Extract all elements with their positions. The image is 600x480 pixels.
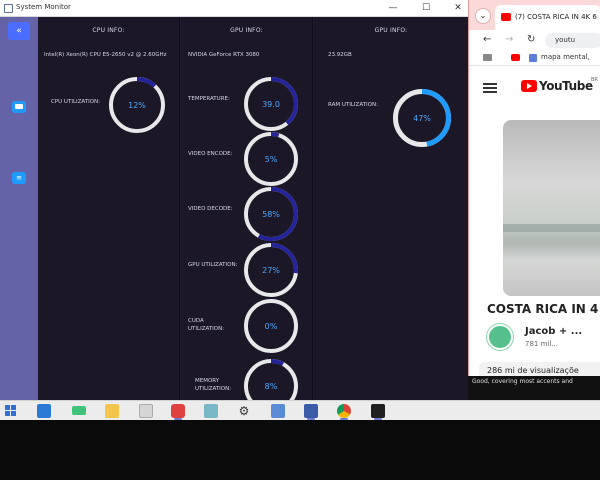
cpu-utilization-gauge: 12% (109, 77, 165, 133)
settings-gear-icon[interactable]: ⚙ (237, 404, 251, 418)
wifi-icon[interactable]: ≋ (12, 172, 26, 184)
youtube-header: YouTube BR (469, 66, 600, 102)
maximize-button[interactable]: ☐ (419, 2, 433, 15)
bookmark-link[interactable]: mapa mental, (541, 53, 590, 61)
sidebar: « ≋ (0, 17, 38, 400)
subscriber-count: 781 mil... (525, 340, 558, 348)
back-button[interactable]: ← (483, 34, 491, 45)
terminal-icon[interactable] (371, 404, 385, 418)
vscode-icon[interactable] (37, 404, 51, 418)
windows-start-icon[interactable] (5, 405, 17, 417)
channel-name[interactable]: Jacob + ... (525, 326, 582, 337)
cuda-utilization-label: CUDA UTILIZATION: (188, 318, 225, 332)
bookmark-icon (529, 54, 537, 62)
cpu-header: CPU INFO: (92, 27, 125, 34)
video-decode-gauge: 58% (244, 187, 298, 241)
caption-text: Good, covering most accents and (472, 378, 573, 385)
youtube-wordmark[interactable]: YouTube (539, 79, 593, 93)
system-monitor-window: System Monitor — ☐ ✕ « ≋ CPU INFO: Intel… (0, 0, 468, 413)
caption-overlay: Good, covering most accents and (468, 376, 600, 400)
tab-search-button[interactable]: ⌄ (475, 8, 491, 24)
youtube-page: YouTube BR COSTA RICA IN 4 Jacob + ... 7… (469, 66, 600, 380)
tab-title: (7) COSTA RICA IN 4K 6 (515, 13, 597, 21)
reload-button[interactable]: ↻ (527, 34, 535, 45)
gpu-utilization-gauge: 27% (244, 243, 298, 297)
video-decode-label: VIDEO DECODE: (188, 206, 233, 212)
video-player[interactable] (503, 120, 600, 296)
gpu-utilization-label: GPU UTILIZATION: (188, 262, 238, 268)
app-icon (4, 4, 13, 13)
gauge-value: 58% (262, 209, 280, 219)
apps-icon[interactable] (483, 54, 492, 61)
bookmarks-bar: mapa mental, (469, 50, 600, 66)
gauge-value: 5% (264, 154, 278, 164)
cpu-column: CPU INFO: Intel(R) Xeon(R) CPU E5-2650 v… (38, 17, 180, 400)
channel-avatar[interactable] (487, 324, 513, 350)
navigation-bar: ← → ↻ youtu (469, 30, 600, 50)
temperature-gauge: 39.0 (244, 77, 298, 131)
collapse-button[interactable]: « (8, 22, 30, 40)
gauge-value: 0% (264, 321, 278, 331)
url-text: youtu (555, 36, 576, 44)
taskbar: ⚙ (0, 400, 600, 420)
gauge-value: 12% (128, 100, 146, 110)
forward-button[interactable]: → (505, 34, 513, 45)
title-bar[interactable]: System Monitor — ☐ ✕ (0, 0, 468, 17)
youtube-logo-icon[interactable] (521, 80, 537, 92)
chrome-icon[interactable] (337, 404, 351, 418)
region-code: BR (591, 77, 598, 83)
memory-utilization-label: MEMORY UTILIZATION: (195, 378, 232, 392)
gauge-value: 47% (413, 113, 431, 123)
anydesk-icon[interactable] (171, 404, 185, 418)
address-bar[interactable]: youtu (545, 33, 600, 48)
video-encode-gauge: 5% (244, 132, 298, 186)
ram-column: GPU INFO: 23.92GB RAM UTILIZATION: 47% (314, 17, 468, 400)
file-explorer-icon[interactable] (105, 404, 119, 418)
cpu-utilization-label: CPU UTILIZATION: (51, 99, 101, 105)
youtube-bookmark-icon[interactable] (511, 54, 520, 61)
temperature-label: TEMPERATURE: (188, 96, 230, 102)
view-count: 286 mi de visualizaçõe (487, 366, 579, 375)
browser-window: ⌄ (7) COSTA RICA IN 4K 6 ← → ↻ youtu map… (468, 0, 600, 400)
ram-header: GPU INFO: (374, 27, 408, 34)
tool-icon[interactable] (204, 404, 218, 418)
gauge-value: 39.0 (262, 99, 280, 109)
close-button[interactable]: ✕ (451, 2, 465, 15)
monitor-panel: CPU INFO: Intel(R) Xeon(R) CPU E5-2650 v… (38, 17, 468, 413)
gauge-value: 27% (262, 265, 280, 275)
monitor-icon[interactable] (12, 101, 26, 113)
image-viewer-icon[interactable] (271, 404, 285, 418)
video-encode-label: VIDEO ENCODE: (188, 151, 233, 157)
youtube-favicon-icon (501, 13, 511, 21)
cpu-model: Intel(R) Xeon(R) CPU E5-2650 v2 @ 2.60GH… (44, 52, 167, 58)
video-title[interactable]: COSTA RICA IN 4 (487, 302, 598, 316)
ram-utilization-gauge: 47% (393, 89, 451, 147)
browser-tab[interactable]: (7) COSTA RICA IN 4K 6 (495, 5, 600, 30)
gpu-model: NVIDIA GeForce RTX 3080 (188, 52, 260, 58)
photos-icon[interactable] (139, 404, 153, 418)
minimize-button[interactable]: — (386, 2, 400, 15)
cuda-utilization-gauge: 0% (244, 299, 298, 353)
tab-strip: ⌄ (7) COSTA RICA IN 4K 6 (469, 0, 600, 30)
window-title: System Monitor (16, 3, 71, 11)
ram-utilization-label: RAM UTILIZATION: (328, 102, 378, 108)
gpu-column: GPU INFO: NVIDIA GeForce RTX 3080 TEMPER… (181, 17, 313, 413)
ram-total: 23.92GB (328, 52, 352, 58)
monitor-app-icon[interactable] (304, 404, 318, 418)
qt-creator-icon[interactable] (72, 406, 86, 415)
gpu-header: GPU INFO: (230, 27, 263, 34)
